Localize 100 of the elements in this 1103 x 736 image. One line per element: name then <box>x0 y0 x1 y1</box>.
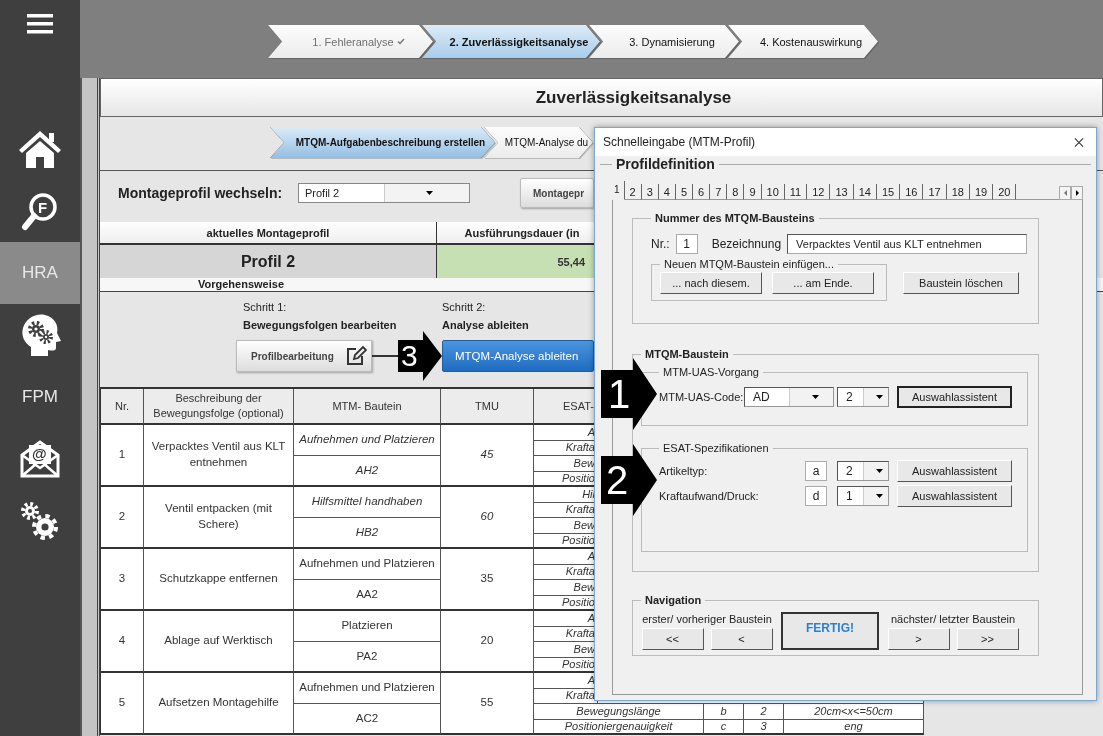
field-label: Artikeltyp: <box>659 465 709 477</box>
sidebar-item[interactable]: F <box>0 180 80 242</box>
table-cell: 3 <box>744 719 784 735</box>
assistant-button[interactable]: Auswahlassistent <box>897 386 1012 408</box>
group-title: MTQM-Baustein <box>644 348 730 360</box>
tab[interactable]: 19 <box>970 184 994 200</box>
step-tab[interactable]: MTQM-Aufgabenbeschreibung erstellen <box>270 127 495 158</box>
last-button[interactable]: >> <box>956 628 1019 650</box>
table-cell: PA2 <box>294 642 441 673</box>
check-icon <box>396 38 405 45</box>
column-header: Nr. <box>101 389 144 425</box>
tab[interactable]: 17 <box>923 184 947 200</box>
assistant-button[interactable]: Auswahlassistent <box>897 485 1012 507</box>
number-field[interactable]: 1 <box>675 234 698 254</box>
previous-button[interactable]: < <box>710 628 773 650</box>
group-title: Neuen MTQM-Baustein einfügen... <box>663 258 835 270</box>
column-header: Beschreibung der Bewegungsfolge (optional) <box>144 389 294 425</box>
tab[interactable]: 3 <box>641 184 659 200</box>
head-gears-icon <box>19 313 61 357</box>
table-cell: 5 <box>101 673 144 735</box>
dropdown[interactable]: 1 <box>837 486 889 506</box>
leader-line <box>372 355 398 357</box>
table-cell: 1 <box>101 425 144 487</box>
tab[interactable]: 4 <box>658 184 676 200</box>
delete-button[interactable]: Baustein löschen <box>903 272 1019 294</box>
first-button[interactable]: << <box>641 628 704 650</box>
tab[interactable]: 8 <box>727 184 745 200</box>
step-tab[interactable]: 4. Kostenauswirkung <box>728 25 878 58</box>
group-title: Navigation <box>644 594 703 606</box>
insert-after-button[interactable]: ... nach diesem. <box>660 272 762 294</box>
caret-icon <box>811 395 819 399</box>
letter-field[interactable]: d <box>805 486 827 506</box>
field-label: Nr.: <box>651 237 670 251</box>
table-cell: b <box>704 704 744 720</box>
tab[interactable]: 20 <box>993 184 1017 200</box>
caret-icon <box>426 191 434 195</box>
table-cell: 2 <box>101 487 144 549</box>
tab[interactable]: 16 <box>900 184 924 200</box>
assistant-button[interactable]: Auswahlassistent <box>897 460 1012 482</box>
letter-field[interactable]: a <box>805 461 827 481</box>
tab[interactable]: 12 <box>807 184 831 200</box>
tab[interactable]: 7 <box>710 184 728 200</box>
profile-name: Profil 2 <box>100 243 437 278</box>
analysis-button[interactable]: MTQM-Analyse ableiten <box>442 340 594 372</box>
dropdown[interactable]: 2 <box>837 461 889 481</box>
caret-left-icon <box>1063 190 1067 196</box>
table-cell: Schutzkappe entfernen <box>144 549 294 611</box>
dialog-title: Schnelleingabe (MTM-Profil) <box>603 135 756 149</box>
step-tab[interactable]: MTQM-Analyse du <box>484 127 593 158</box>
tab[interactable]: 15 <box>877 184 901 200</box>
tab[interactable]: 9 <box>744 184 762 200</box>
tab[interactable]: 18 <box>946 184 970 200</box>
tab[interactable]: 13 <box>830 184 854 200</box>
scroll-left-button[interactable] <box>1059 186 1071 200</box>
table-cell: Hilfsmittel handhaben <box>294 487 441 518</box>
step-action: Bewegungsfolgen bearbeiten <box>243 318 398 333</box>
tab[interactable]: 2 <box>624 184 642 200</box>
table-cell: Platzieren <box>294 611 441 642</box>
section-title: Vorgehensweise <box>198 278 284 291</box>
caret-icon <box>876 469 884 473</box>
group-title: ESAT-Spezifikationen <box>662 442 770 454</box>
insert-end-button[interactable]: ... am Ende. <box>772 272 874 294</box>
tab[interactable]: 10 <box>761 184 785 200</box>
field-label: Kraftaufwand/Druck: <box>659 490 760 502</box>
dropdown[interactable]: 2 <box>837 387 889 407</box>
tab[interactable]: 1 <box>612 181 625 200</box>
step-tab[interactable]: 3. Dynamisierung <box>589 25 739 58</box>
column-header: MTM- Bautein <box>294 389 441 425</box>
tab[interactable]: 6 <box>693 184 711 200</box>
step-label: Schritt 1: <box>243 300 288 315</box>
table-cell: 55 <box>441 673 534 735</box>
profile-button[interactable]: Montagepr <box>520 178 594 208</box>
name-field[interactable]: Verpacktes Ventil aus KLT entnehmen <box>787 234 1028 254</box>
tab[interactable]: 14 <box>853 184 877 200</box>
edit-profile-button[interactable]: Profilbearbeitung <box>236 340 372 372</box>
step-tab[interactable]: 1. Fehleranalyse <box>268 25 433 58</box>
table-cell: 60 <box>441 487 534 549</box>
caret-icon <box>876 395 884 399</box>
table-cell: 2 <box>744 704 784 720</box>
next-button[interactable]: > <box>887 628 950 650</box>
sidebar-item[interactable]: @ <box>0 428 80 490</box>
field-label: nächster/ letzter Baustein <box>890 613 1016 625</box>
group-title: Profildefinition <box>615 156 716 172</box>
tab[interactable]: 5 <box>675 184 694 200</box>
dropdown[interactable]: AD <box>744 387 834 407</box>
table-cell: Ablage auf Werktisch <box>144 611 294 673</box>
menu-icon <box>27 14 53 34</box>
callout-arrow: 1 <box>601 358 657 430</box>
step-tab[interactable]: 2. Zuverlässigkeitsanalyse <box>422 25 600 58</box>
field-label: MTM-UAS-Code: <box>659 391 744 403</box>
profile-dropdown[interactable]: Profil 2 <box>298 183 470 203</box>
table-cell: 4 <box>101 611 144 673</box>
group-title: MTM-UAS-Vorgang <box>662 366 760 378</box>
scroll-right-button[interactable] <box>1071 186 1083 200</box>
table-cell: Aufnehmen und Platzieren <box>294 549 441 580</box>
sidebar-item[interactable]: FPM <box>0 366 80 428</box>
field-label: erster/ vorheriger Baustein <box>642 613 772 625</box>
step-action: Analyse ableiten <box>442 318 530 333</box>
tab[interactable]: 11 <box>784 184 808 200</box>
caret-right-icon <box>1075 190 1079 196</box>
